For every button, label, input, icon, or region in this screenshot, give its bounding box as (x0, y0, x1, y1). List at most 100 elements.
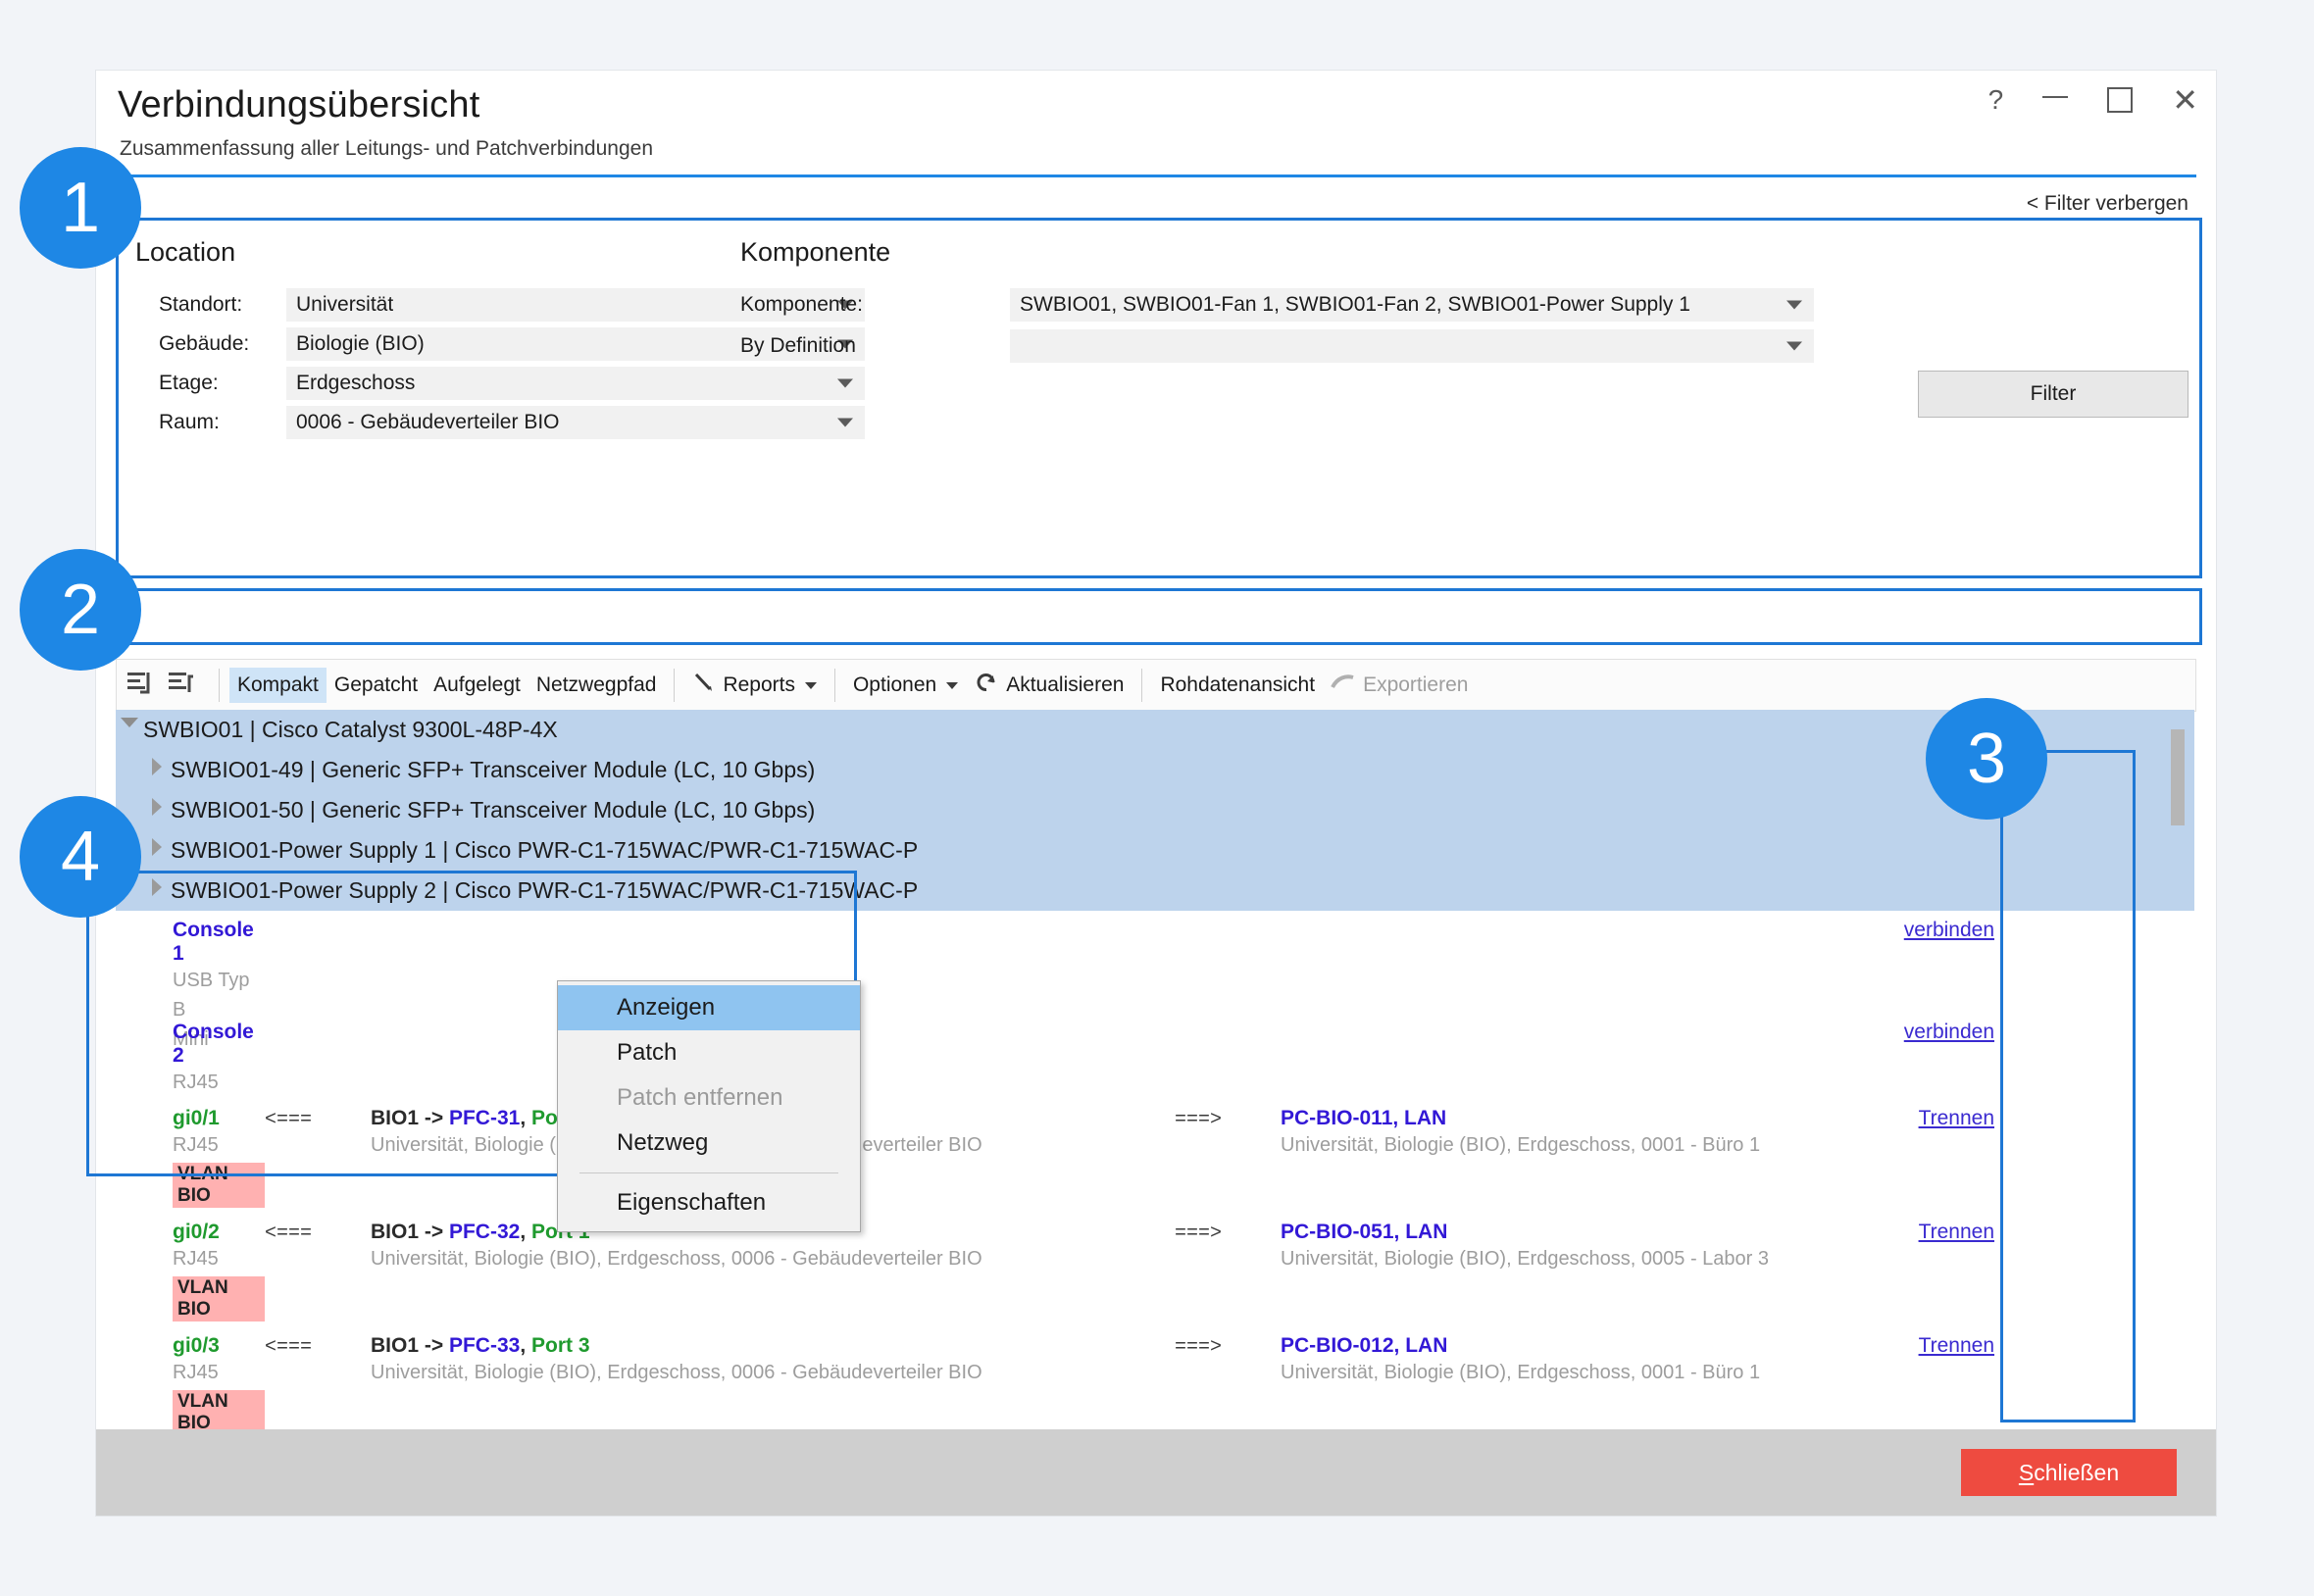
table-row[interactable]: gi0/2 RJ45 VLAN BIO <=== BIO1 -> PFC-32,… (116, 1213, 2194, 1326)
toolbar-item-reports-label: Reports (723, 673, 795, 696)
hide-filter-link[interactable]: < Filter verbergen (2027, 192, 2188, 216)
port-name: gi0/1 (173, 1107, 220, 1129)
chevron-down-icon (1786, 300, 1802, 310)
filter-panel: < Filter verbergen Location Komponente S… (116, 180, 2194, 439)
row-action-cell: Trennen (1830, 1107, 2016, 1130)
toolbar-item-aktualisieren-label: Aktualisieren (1006, 673, 1125, 696)
row-right-arrow: ===> (1175, 1336, 1223, 1359)
toolbar-item-exportieren: Exportieren (1323, 666, 1476, 705)
row-action-cell: Trennen (1830, 1334, 2016, 1358)
port-name: Console 1 (173, 919, 254, 965)
trennen-link[interactable]: Trennen (1919, 1221, 1994, 1243)
annotation-badge-3: 3 (1926, 698, 2047, 820)
align-list-right-icon[interactable] (168, 671, 195, 701)
close-button-accesskey: S (2018, 1459, 2035, 1485)
trennen-link[interactable]: Trennen (1919, 1334, 1994, 1357)
right-target-name: PC-BIO-011, LAN (1281, 1107, 1447, 1129)
vertical-scrollbar-thumb[interactable] (2171, 729, 2185, 825)
tree-node-swbio01-50[interactable]: SWBIO01-50 | Generic SFP+ Transceiver Mo… (116, 790, 2194, 830)
title-bar: Verbindungsübersicht Zusammenfassung all… (96, 71, 2216, 176)
filter-button[interactable]: Filter (1918, 371, 2188, 418)
table-row[interactable]: gi0/3 RJ45 VLAN BIO <=== BIO1 -> PFC-33,… (116, 1326, 2194, 1440)
left-target-location: Universität, Biologie (BIO), Erdgeschoss… (371, 1362, 982, 1383)
komponente-select[interactable]: SWBIO01, SWBIO01-Fan 1, SWBIO01-Fan 2, S… (1010, 288, 1814, 322)
tree-node-power-supply-1[interactable]: SWBIO01-Power Supply 1 | Cisco PWR-C1-71… (116, 830, 2194, 871)
toolbar-item-kompakt[interactable]: Kompakt (229, 668, 327, 703)
context-menu-item-patch[interactable]: Patch (558, 1030, 860, 1075)
expander-right-icon[interactable] (143, 750, 171, 775)
context-menu: Anzeigen Patch Patch entfernen Netzweg E… (557, 980, 861, 1232)
context-menu-item-anzeigen[interactable]: Anzeigen (558, 985, 860, 1030)
page-title: Verbindungsübersicht (118, 84, 480, 125)
title-divider (116, 175, 2196, 177)
row-right-target: PC-BIO-011, LAN Universität, Biologie (B… (1281, 1107, 1830, 1157)
verbinden-link[interactable]: verbinden (1904, 919, 1994, 941)
left-target-comma: , (520, 1107, 531, 1129)
row-right-arrow: ===> (1175, 1222, 1223, 1245)
right-target-location: Universität, Biologie (BIO), Erdgeschoss… (1281, 1248, 1770, 1270)
expander-down-icon[interactable] (116, 710, 143, 727)
toolbar-item-reports[interactable]: Reports (684, 665, 825, 706)
close-icon[interactable]: ✕ (2172, 84, 2198, 116)
context-menu-item-eigenschaften[interactable]: Eigenschaften (558, 1180, 860, 1225)
etage-value: Erdgeschoss (296, 372, 416, 394)
location-group-title: Location (135, 237, 236, 267)
by-definition-select[interactable] (1010, 329, 1814, 363)
tree-node-power-supply-2[interactable]: SWBIO01-Power Supply 2 | Cisco PWR-C1-71… (116, 871, 2194, 911)
chevron-down-icon (946, 681, 959, 689)
left-target-name: BIO1 -> PFC-33, Port 3 (371, 1334, 1175, 1358)
toolbar-item-rohdatenansicht[interactable]: Rohdatenansicht (1152, 668, 1323, 703)
dialog-footer: Schließen (96, 1429, 2216, 1516)
by-definition-label: By Definition (740, 334, 856, 357)
toolbar-item-optionen[interactable]: Optionen (845, 668, 966, 703)
context-menu-separator (579, 1172, 838, 1173)
toolbar-item-aufgelegt[interactable]: Aufgelegt (426, 668, 528, 703)
table-row[interactable]: gi0/1 RJ45 VLAN BIO <=== BIO1 -> PFC-31,… (116, 1099, 2194, 1213)
left-target-comma: , (520, 1334, 531, 1357)
gebaeude-value: Biologie (BIO) (296, 332, 425, 355)
standort-label: Standort: (159, 293, 243, 316)
align-list-left-icon[interactable] (126, 671, 154, 701)
row-port-cell: gi0/1 RJ45 VLAN BIO (116, 1107, 265, 1208)
maximize-icon[interactable] (2107, 87, 2134, 113)
tree-node-root[interactable]: SWBIO01 | Cisco Catalyst 9300L-48P-4X (116, 710, 2194, 750)
context-menu-item-patch-entfernen: Patch entfernen (617, 1084, 783, 1111)
trennen-link[interactable]: Trennen (1919, 1107, 1994, 1129)
right-target-name: PC-BIO-051, LAN (1281, 1221, 1448, 1243)
chevron-down-icon (1786, 341, 1802, 351)
help-icon[interactable]: ? (1988, 86, 2004, 114)
tree-node-label: SWBIO01 | Cisco Catalyst 9300L-48P-4X (143, 717, 558, 742)
left-target-prefix: BIO1 -> (371, 1334, 449, 1357)
toolbar-item-gepatcht[interactable]: Gepatcht (327, 668, 426, 703)
left-target-port: Port 3 (530, 1334, 590, 1357)
toolbar-separator (674, 669, 676, 702)
port-name: gi0/3 (173, 1334, 220, 1357)
expander-right-icon[interactable] (143, 790, 171, 816)
row-right-target: PC-BIO-012, LAN Universität, Biologie (B… (1281, 1334, 1830, 1384)
expander-right-icon[interactable] (143, 830, 171, 856)
window-controls: ? ✕ (1988, 84, 2198, 116)
left-target-prefix: BIO1 -> (371, 1107, 449, 1129)
port-connector: RJ45 (173, 1248, 219, 1270)
close-button-label: chließen (2034, 1459, 2120, 1485)
tree-node-label: SWBIO01-Power Supply 1 | Cisco PWR-C1-71… (171, 837, 919, 863)
raum-select[interactable]: 0006 - Gebäudeverteiler BIO (286, 406, 865, 439)
right-target-name: PC-BIO-012, LAN (1281, 1334, 1448, 1357)
toolbar-item-aktualisieren[interactable]: Aktualisieren (966, 664, 1132, 707)
context-menu-item-netzweg[interactable]: Netzweg (558, 1121, 860, 1166)
tree-node-swbio01-49[interactable]: SWBIO01-49 | Generic SFP+ Transceiver Mo… (116, 750, 2194, 790)
table-row[interactable]: Console 2 RJ45 verbinden (116, 1013, 2194, 1099)
expander-right-icon[interactable] (143, 871, 171, 896)
toolbar-item-netzwegpfad[interactable]: Netzwegpfad (528, 668, 665, 703)
row-action-cell: Trennen (1830, 1221, 2016, 1244)
close-button[interactable]: Schließen (1961, 1449, 2177, 1496)
table-row[interactable]: Console 1 USB Typ B Mini verbinden (116, 911, 2194, 1050)
komponente-value: SWBIO01, SWBIO01-Fan 1, SWBIO01-Fan 2, S… (1020, 293, 1690, 316)
annotation-badge-2: 2 (20, 549, 141, 671)
verbinden-link[interactable]: verbinden (1904, 1021, 1994, 1043)
dialog-window: Verbindungsübersicht Zusammenfassung all… (96, 71, 2216, 1516)
etage-select[interactable]: Erdgeschoss (286, 367, 865, 400)
minimize-icon[interactable] (2042, 96, 2069, 98)
row-port-cell: gi0/2 RJ45 VLAN BIO (116, 1221, 265, 1322)
chevron-down-icon (804, 681, 817, 689)
